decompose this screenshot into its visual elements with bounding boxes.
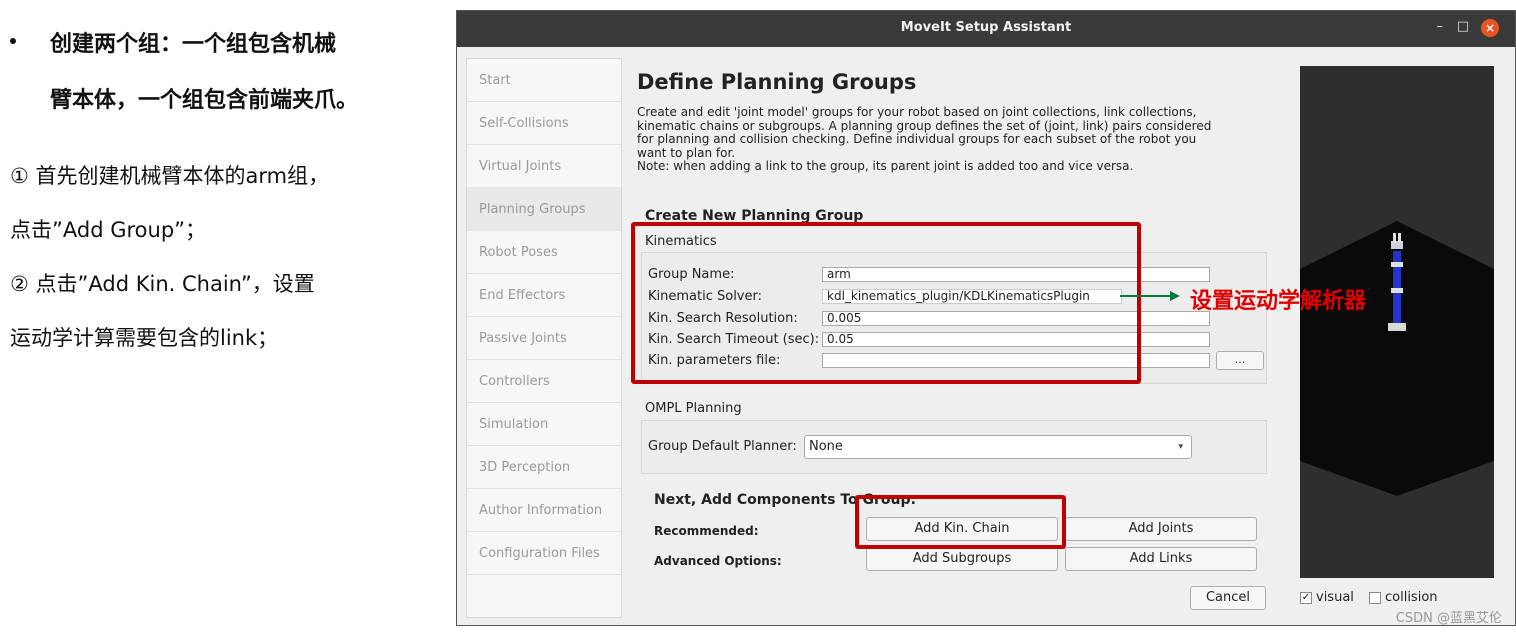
description-line: kinematic chains or subgroups. A plannin…: [637, 118, 1212, 133]
recommended-label: Recommended:: [654, 524, 759, 538]
robot-scene-graphic: [1300, 66, 1494, 578]
default-planner-value: None: [809, 439, 843, 454]
advanced-options-label: Advanced Options:: [654, 554, 782, 568]
sidebar-item-start[interactable]: Start: [467, 59, 621, 102]
cancel-button[interactable]: Cancel: [1190, 586, 1266, 610]
description-line: for planning and collision checking. Def…: [637, 132, 1197, 146]
page-description: Create and edit 'joint model' groups for…: [637, 105, 1277, 174]
robot-arm-link: [1393, 251, 1401, 323]
sidebar-item-3d-perception[interactable]: 3D Perception: [467, 446, 621, 489]
window-title: MoveIt Setup Assistant: [900, 20, 1072, 35]
sidebar-item-virtual-joints[interactable]: Virtual Joints: [467, 145, 621, 188]
collision-checkbox[interactable]: [1369, 592, 1381, 604]
collision-label: collision: [1385, 590, 1438, 605]
add-kin-chain-highlight-box: [855, 495, 1066, 549]
robot-base: [1388, 323, 1406, 331]
step1-line-2: 点击”Add Group”；: [10, 218, 207, 242]
main-panel: Define Planning Groups Create and edit '…: [629, 58, 1289, 618]
annotation-arrow: [1120, 291, 1180, 301]
default-planner-select[interactable]: None ▾: [804, 435, 1192, 459]
solver-annotation: 设置运动学解析器: [1190, 289, 1367, 314]
sidebar-item-controllers[interactable]: Controllers: [467, 360, 621, 403]
robot-3d-viewer[interactable]: [1300, 66, 1494, 578]
default-planner-label: Group Default Planner:: [648, 439, 797, 454]
step2-line-1: ② 点击”Add Kin. Chain”，设置: [10, 272, 315, 296]
sidebar: Start Self-Collisions Virtual Joints Pla…: [466, 58, 622, 618]
ompl-frame: Group Default Planner: None ▾: [641, 420, 1267, 474]
chevron-down-icon: ▾: [1178, 442, 1183, 452]
moveit-setup-window: MoveIt Setup Assistant – □ × Start Self-…: [456, 10, 1516, 626]
description-line: Note: when adding a link to the group, i…: [637, 159, 1134, 173]
bullet-line-1: 创建两个组：一个组包含机械: [50, 32, 337, 57]
add-joints-button[interactable]: Add Joints: [1065, 517, 1257, 541]
description-line: Create and edit 'joint model' groups for…: [637, 105, 1197, 119]
maximize-button[interactable]: □: [1457, 19, 1469, 34]
sidebar-item-planning-groups[interactable]: Planning Groups: [467, 188, 621, 231]
sidebar-item-end-effectors[interactable]: End Effectors: [467, 274, 621, 317]
ompl-label: OMPL Planning: [645, 401, 742, 416]
description-line: want to plan for.: [637, 145, 736, 160]
robot-gripper: [1391, 241, 1403, 249]
bullet-dot: [10, 38, 16, 44]
csdn-watermark: CSDN @蓝黑艾伦: [1395, 611, 1502, 626]
sidebar-item-self-collisions[interactable]: Self-Collisions: [467, 102, 621, 145]
sidebar-item-robot-poses[interactable]: Robot Poses: [467, 231, 621, 274]
visual-label: visual: [1316, 590, 1354, 605]
add-links-button[interactable]: Add Links: [1065, 547, 1257, 571]
sidebar-item-passive-joints[interactable]: Passive Joints: [467, 317, 621, 360]
sidebar-item-configuration-files[interactable]: Configuration Files: [467, 532, 621, 575]
minimize-button[interactable]: –: [1437, 19, 1444, 34]
add-subgroups-button[interactable]: Add Subgroups: [866, 547, 1058, 571]
browse-button[interactable]: ...: [1216, 351, 1264, 370]
title-bar: MoveIt Setup Assistant – □ ×: [457, 11, 1515, 47]
step1-line-1: ① 首先创建机械臂本体的arm组，: [10, 164, 330, 188]
sidebar-item-author-information[interactable]: Author Information: [467, 489, 621, 532]
bullet-line-2: 臂本体，一个组包含前端夹爪。: [50, 88, 359, 113]
visual-checkbox[interactable]: ✓: [1300, 592, 1312, 604]
kinematics-highlight-box: [631, 222, 1141, 384]
close-button[interactable]: ×: [1481, 19, 1499, 37]
sidebar-item-simulation[interactable]: Simulation: [467, 403, 621, 446]
page-title: Define Planning Groups: [637, 70, 917, 94]
step2-line-2: 运动学计算需要包含的link；: [10, 326, 279, 350]
